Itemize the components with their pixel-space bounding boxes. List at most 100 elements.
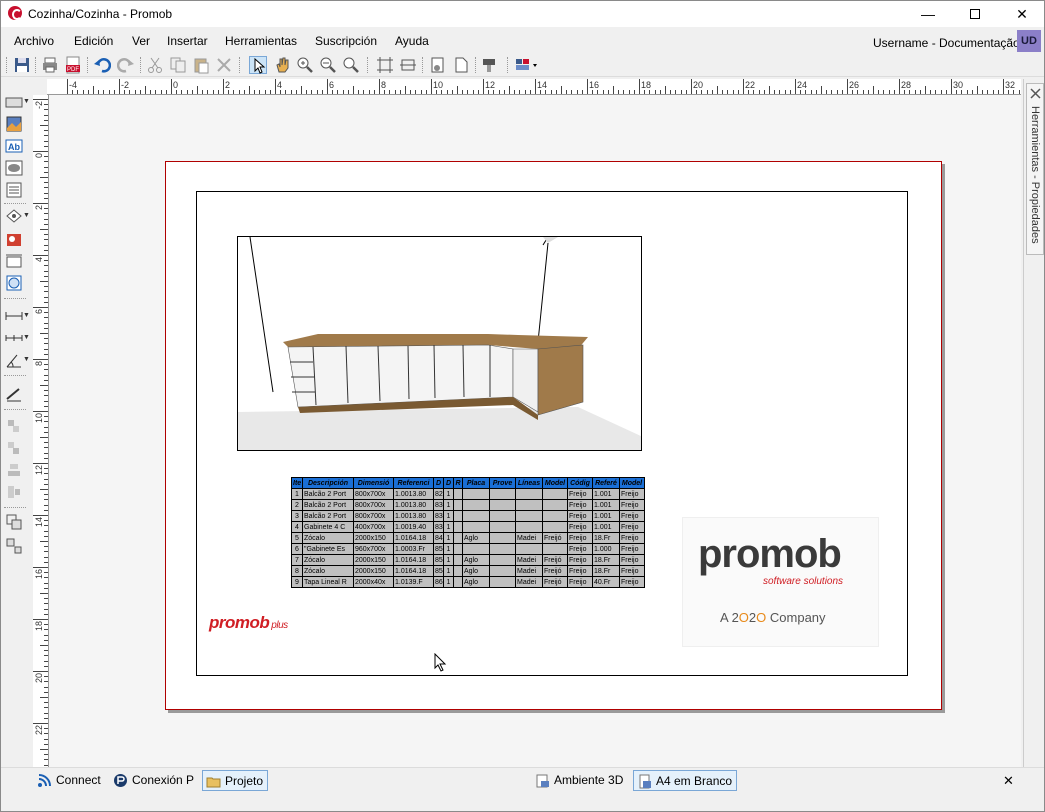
save-icon[interactable] xyxy=(13,56,31,74)
rss-icon xyxy=(38,774,51,787)
menu-ver[interactable]: Ver xyxy=(132,34,150,48)
close-tab-icon[interactable]: ✕ xyxy=(1003,773,1014,789)
minimize-button[interactable]: — xyxy=(905,1,951,27)
ellipse-view-icon[interactable] xyxy=(5,159,23,177)
zoom-icon[interactable] xyxy=(342,56,360,74)
pan-hand-icon[interactable] xyxy=(273,56,291,74)
table-cell: Freijó xyxy=(542,565,568,577)
export-pdf-icon[interactable]: PDF xyxy=(64,56,82,74)
table-cell: 1 xyxy=(443,543,454,555)
tab-conexion-promob[interactable]: Conexión P xyxy=(110,770,198,791)
zoom-window-icon[interactable] xyxy=(296,56,314,74)
table-cell xyxy=(542,488,568,500)
text-tool-icon[interactable]: Ab xyxy=(5,137,23,155)
horizontal-dimension-icon[interactable] xyxy=(5,307,23,325)
menu-insertar[interactable]: Insertar xyxy=(167,34,208,48)
tools-properties-tab[interactable]: Herramientas - Propiedades xyxy=(1026,83,1044,255)
align-top-icon[interactable] xyxy=(5,417,23,435)
tab-projeto[interactable]: Projeto xyxy=(202,770,269,791)
table-cell: Balcão 2 Port xyxy=(302,510,354,522)
menu-suscripcion[interactable]: Suscripción xyxy=(315,34,377,48)
table-cell xyxy=(462,521,490,533)
horizontal-ruler[interactable]: -4 -2 0 2 4 6 8 10 12 14 16 18 20 22 24 26 28 30 32 xyxy=(47,79,1021,95)
table-cell: 2 xyxy=(291,499,303,511)
properties-icon[interactable] xyxy=(480,56,498,74)
tab-a4-em-branco[interactable]: A4 em Branco xyxy=(633,770,738,791)
vertical-ruler[interactable]: -2 0 2 4 6 8 10 12 14 16 18 20 22 xyxy=(33,95,49,767)
page-setup-icon[interactable] xyxy=(429,56,447,74)
paste-icon[interactable] xyxy=(192,56,210,74)
bottom-tab-bar: Connect Conexión P Projeto Ambiente 3D A… xyxy=(1,767,1044,792)
menu-archivo[interactable]: Archivo xyxy=(14,34,54,48)
promob-company-logo: promob software solutions A 2O2O Company xyxy=(682,517,879,647)
a4-sheet[interactable]: Ite Descripción Dimensió Referenci D D R Placa P… xyxy=(165,161,942,710)
fit-width-icon[interactable] xyxy=(399,56,417,74)
align-bottom-icon[interactable] xyxy=(5,439,23,457)
user-avatar[interactable]: UD xyxy=(1017,30,1041,52)
list-icon[interactable] xyxy=(5,181,23,199)
menu-edicion[interactable]: Edición xyxy=(74,34,113,48)
fit-page-icon[interactable] xyxy=(376,56,394,74)
cut-icon[interactable] xyxy=(146,56,164,74)
table-header-cell: D xyxy=(443,477,454,489)
table-header-cell: D xyxy=(433,477,444,489)
chain-dimension-icon[interactable] xyxy=(5,329,23,347)
layout-canvas[interactable]: Ite Descripción Dimensió Referenci D D R Placa P… xyxy=(49,95,1021,767)
ruler-label: -2 xyxy=(34,101,44,110)
table-cell: 1 xyxy=(443,499,454,511)
rectangle-tool-icon[interactable] xyxy=(5,93,23,111)
elevation-icon[interactable] xyxy=(5,252,23,270)
table-cell: 1 xyxy=(443,565,454,577)
group-icon[interactable] xyxy=(5,513,23,531)
select-pointer-icon[interactable] xyxy=(249,56,267,74)
delete-icon[interactable] xyxy=(215,56,233,74)
align-center-icon[interactable] xyxy=(5,461,23,479)
page-icon xyxy=(639,774,651,789)
align-right-icon[interactable] xyxy=(5,483,23,501)
viewport-3d-kitchen[interactable] xyxy=(237,236,642,451)
menu-ayuda[interactable]: Ayuda xyxy=(395,34,429,48)
table-header-cell: Prove xyxy=(489,477,516,489)
table-cell: Freijo xyxy=(619,532,645,544)
promob-app-icon[interactable] xyxy=(8,6,22,20)
table-row: 3Balcão 2 Port800x700x1.0013.808321 Freij… xyxy=(291,510,645,522)
table-cell xyxy=(489,510,516,522)
table-cell: 851 xyxy=(433,543,444,555)
left-toolbar: ▼ Ab ▼ ▼ ▼ ▼ xyxy=(1,93,31,573)
gauge-icon[interactable] xyxy=(5,274,23,292)
layout-colors-icon[interactable] xyxy=(515,56,541,74)
new-page-icon[interactable] xyxy=(452,56,470,74)
close-button[interactable]: ✕ xyxy=(999,1,1045,27)
render-tool-icon[interactable] xyxy=(5,230,23,248)
ruler-label: 4 xyxy=(34,257,44,263)
tab-ambiente-3d[interactable]: Ambiente 3D xyxy=(532,770,627,791)
tab-connect[interactable]: Connect xyxy=(34,770,105,791)
table-cell xyxy=(542,499,568,511)
menu-herramientas[interactable]: Herramientas xyxy=(225,34,297,48)
undo-icon[interactable] xyxy=(93,56,112,74)
table-cell: 1 xyxy=(443,510,454,522)
table-cell: 2000x40x xyxy=(353,576,394,588)
table-cell: 1.0003.Fr xyxy=(393,543,434,555)
table-cell: Zócalo xyxy=(302,532,354,544)
ruler-label: 14 xyxy=(34,517,44,528)
table-cell: 18.Fr xyxy=(592,532,620,544)
view-3d-icon[interactable] xyxy=(5,207,23,225)
redo-icon[interactable] xyxy=(116,56,135,74)
angle-dimension-icon[interactable] xyxy=(5,351,23,369)
copy-icon[interactable] xyxy=(169,56,187,74)
table-cell: 852 xyxy=(433,554,444,566)
table-cell: 2000x150 xyxy=(353,565,394,577)
table-row: 8Zócalo2000x1501.0164.188541AgloMadeiFre… xyxy=(291,565,645,577)
table-cell: Freijó xyxy=(542,576,568,588)
ungroup-icon[interactable] xyxy=(5,537,23,555)
table-cell: 830 xyxy=(433,499,444,511)
ruler-label: 20 xyxy=(693,80,704,90)
measure-icon[interactable] xyxy=(5,385,23,403)
user-name[interactable]: Username - Documentação xyxy=(873,36,1020,50)
zoom-out-icon[interactable] xyxy=(319,56,337,74)
insert-image-icon[interactable] xyxy=(5,115,23,133)
ruler-label: 26 xyxy=(849,80,860,90)
print-icon[interactable] xyxy=(41,56,59,74)
maximize-button[interactable] xyxy=(952,1,998,27)
